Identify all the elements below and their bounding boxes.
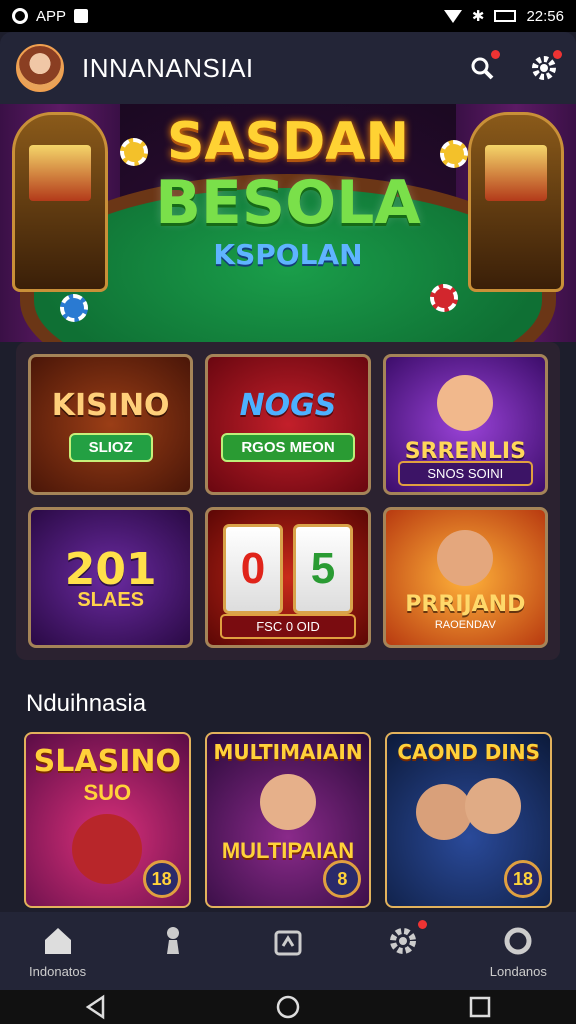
recents-icon[interactable] (467, 994, 493, 1020)
reel-right: 5 (292, 523, 353, 614)
notification-dot (418, 920, 428, 929)
tile-button[interactable]: RGOS MEON (221, 432, 355, 462)
card-title: CAOND DINS (397, 740, 540, 764)
bluetooth-icon: ✱ (471, 8, 485, 25)
tile-subtitle: RAOENDAV (434, 619, 496, 631)
tile-button[interactable]: SLIOZ (68, 432, 153, 462)
status-time: 22:56 (526, 7, 564, 25)
game-card-row: SLASINO SUO 18 MULTIMAIAIN MULTIPAIAN 8 … (24, 732, 553, 908)
game-tile-srrenlis[interactable]: SRRENLIS SNOS SOINI (382, 354, 548, 495)
card-badge: 18 (142, 860, 181, 898)
hero-title-line2: BESOLA (155, 168, 421, 238)
chip-icon (60, 294, 88, 322)
game-tile-kisino[interactable]: KISINO SLIOZ (28, 354, 194, 495)
card-badge: 18 (504, 860, 543, 898)
card-badge: 8 (323, 860, 362, 898)
bag-icon (274, 930, 302, 956)
character-figure (437, 530, 494, 586)
nav-item-home[interactable]: Indonatos (10, 924, 106, 979)
tile-title: KISINO (51, 387, 170, 423)
game-tile-prrijand[interactable]: PRRIJAND RAOENDAV (382, 507, 548, 648)
search-icon (471, 57, 494, 80)
nav-label: Indonatos (29, 964, 87, 979)
tile-subtitle: FSC 0 OID (220, 614, 356, 639)
tile-subtitle: SLAES (77, 588, 144, 611)
settings-button[interactable] (528, 50, 562, 84)
character-figure (260, 774, 316, 830)
card-title: MULTIMAIAIN (213, 740, 363, 764)
game-tile-nogs[interactable]: NOGS RGOS MEON (205, 354, 371, 495)
character-figure (416, 784, 473, 840)
notification-dot (553, 50, 562, 59)
reel-left: 0 (222, 523, 283, 614)
character-figure (437, 375, 494, 431)
tile-title: PRRIJAND (405, 592, 526, 617)
gear-icon (532, 56, 556, 80)
app-title: INNANANSIAI (82, 52, 254, 83)
tile-title: NOGS (239, 387, 337, 423)
app-header: INNANANSIAI (0, 32, 576, 104)
nav-item-games[interactable] (125, 924, 221, 964)
tile-subtitle: SNOS SOINI (397, 461, 533, 486)
nav-item-bag[interactable] (240, 924, 336, 964)
chess-piece-icon (166, 927, 179, 954)
character-figure (465, 778, 522, 834)
hero-banner[interactable]: SASDAN BESOLA KSPOLAN (0, 104, 576, 342)
tile-title: 201 (64, 543, 157, 595)
search-button[interactable] (466, 50, 500, 84)
home-icon (44, 928, 71, 954)
status-bar: APP ✱ 22:56 (0, 0, 576, 32)
gear-icon (390, 928, 417, 954)
system-nav-bar (0, 990, 576, 1024)
game-grid: KISINO SLIOZ NOGS RGOS MEON SRRENLIS SNO… (16, 342, 560, 660)
hero-title-line3: KSPOLAN (213, 238, 363, 271)
home-circle-icon[interactable] (275, 994, 301, 1020)
nav-label: Londanos (489, 964, 547, 979)
bottom-nav: Indonatos Londanos (0, 912, 576, 990)
circle-icon (504, 927, 532, 955)
nav-item-profile[interactable]: Londanos (470, 924, 566, 979)
game-tile-slots[interactable]: 0 5 FSC 0 OID (205, 507, 371, 648)
chip-icon (430, 284, 458, 312)
hero-title-line1: SASDAN (166, 112, 410, 172)
notification-dot (491, 50, 500, 59)
notification-icon (74, 9, 89, 23)
status-app-label: APP (36, 7, 67, 25)
character-figure (72, 814, 143, 884)
card-subtitle: SUO (83, 780, 132, 805)
avatar[interactable] (16, 44, 64, 92)
wifi-icon (443, 9, 462, 23)
back-icon[interactable] (83, 994, 109, 1020)
card-title: SLASINO (33, 744, 181, 779)
game-tile-201[interactable]: 201 SLAES (28, 507, 194, 648)
game-card[interactable]: MULTIMAIAIN MULTIPAIAN 8 (204, 732, 372, 908)
section-title: Nduihnasia (26, 690, 147, 717)
battery-icon (494, 10, 517, 22)
game-card[interactable]: CAOND DINS 18 (385, 732, 553, 908)
game-card[interactable]: SLASINO SUO 18 (24, 732, 191, 908)
ring-icon (12, 8, 28, 24)
nav-item-settings[interactable] (355, 920, 451, 964)
